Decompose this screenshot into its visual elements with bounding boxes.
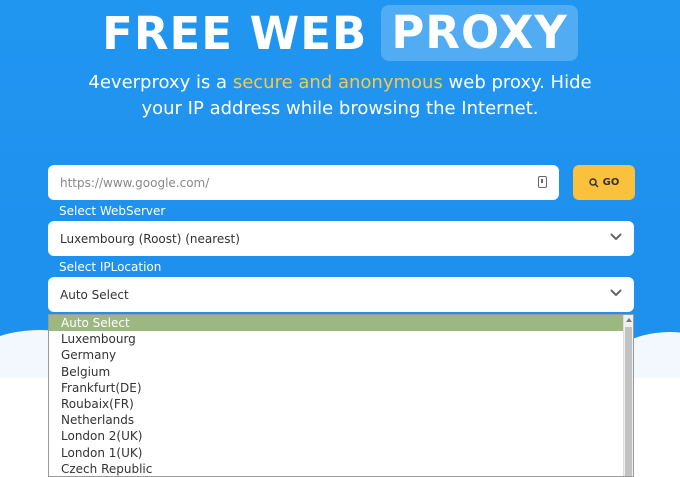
iplocation-select[interactable]: Auto Select (48, 277, 634, 312)
dropdown-option[interactable]: Germany (49, 347, 633, 363)
url-input-container[interactable] (48, 165, 559, 200)
search-icon (588, 177, 599, 188)
webserver-label: Select WebServer (59, 204, 166, 218)
dropdown-option[interactable]: Belgium (49, 364, 633, 380)
dropdown-option[interactable]: Czech Republic (49, 461, 633, 476)
go-button[interactable]: GO (573, 165, 635, 200)
page-subtitle: 4everproxy is a secure and anonymous web… (0, 70, 680, 122)
scroll-up-arrow-icon[interactable] (626, 318, 632, 322)
iplocation-dropdown-list[interactable]: Auto Select Luxembourg Germany Belgium F… (48, 314, 634, 477)
dropdown-option[interactable]: Netherlands (49, 412, 633, 428)
subtitle-accent: secure and anonymous (232, 72, 443, 93)
subtitle-line-2: your IP address while browsing the Inter… (141, 98, 539, 119)
title-part-2-highlight: PROXY (381, 5, 578, 61)
scrollbar-thumb[interactable] (625, 327, 632, 476)
subtitle-suffix: web proxy. Hide (442, 72, 592, 93)
dropdown-option[interactable]: Auto Select (49, 315, 633, 332)
page-title: FREE WEB PROXY (0, 2, 680, 64)
go-button-label: GO (602, 177, 620, 188)
webserver-select[interactable]: Luxembourg (Roost) (nearest) (48, 221, 634, 256)
chevron-down-icon (610, 289, 622, 297)
dropdown-option[interactable]: Roubaix(FR) (49, 396, 633, 412)
title-part-1: FREE WEB (102, 6, 368, 60)
chevron-down-icon (610, 233, 622, 241)
dropdown-option[interactable]: London 1(UK) (49, 445, 633, 461)
url-input[interactable] (60, 175, 520, 190)
dropdown-option[interactable]: Frankfurt(DE) (49, 380, 633, 396)
dropdown-option[interactable]: London 2(UK) (49, 428, 633, 444)
dropdown-scrollbar[interactable] (623, 315, 633, 476)
subtitle-prefix: 4everproxy is a (88, 72, 233, 93)
clipboard-icon[interactable] (538, 176, 547, 188)
hero-section: FREE WEB PROXY 4everproxy is a secure an… (0, 0, 680, 477)
iplocation-selected-value: Auto Select (60, 287, 129, 302)
iplocation-label: Select IPLocation (59, 260, 162, 274)
webserver-selected-value: Luxembourg (Roost) (nearest) (60, 231, 240, 246)
subtitle-line-1: 4everproxy is a secure and anonymous web… (0, 70, 680, 96)
dropdown-option[interactable]: Luxembourg (49, 331, 633, 347)
